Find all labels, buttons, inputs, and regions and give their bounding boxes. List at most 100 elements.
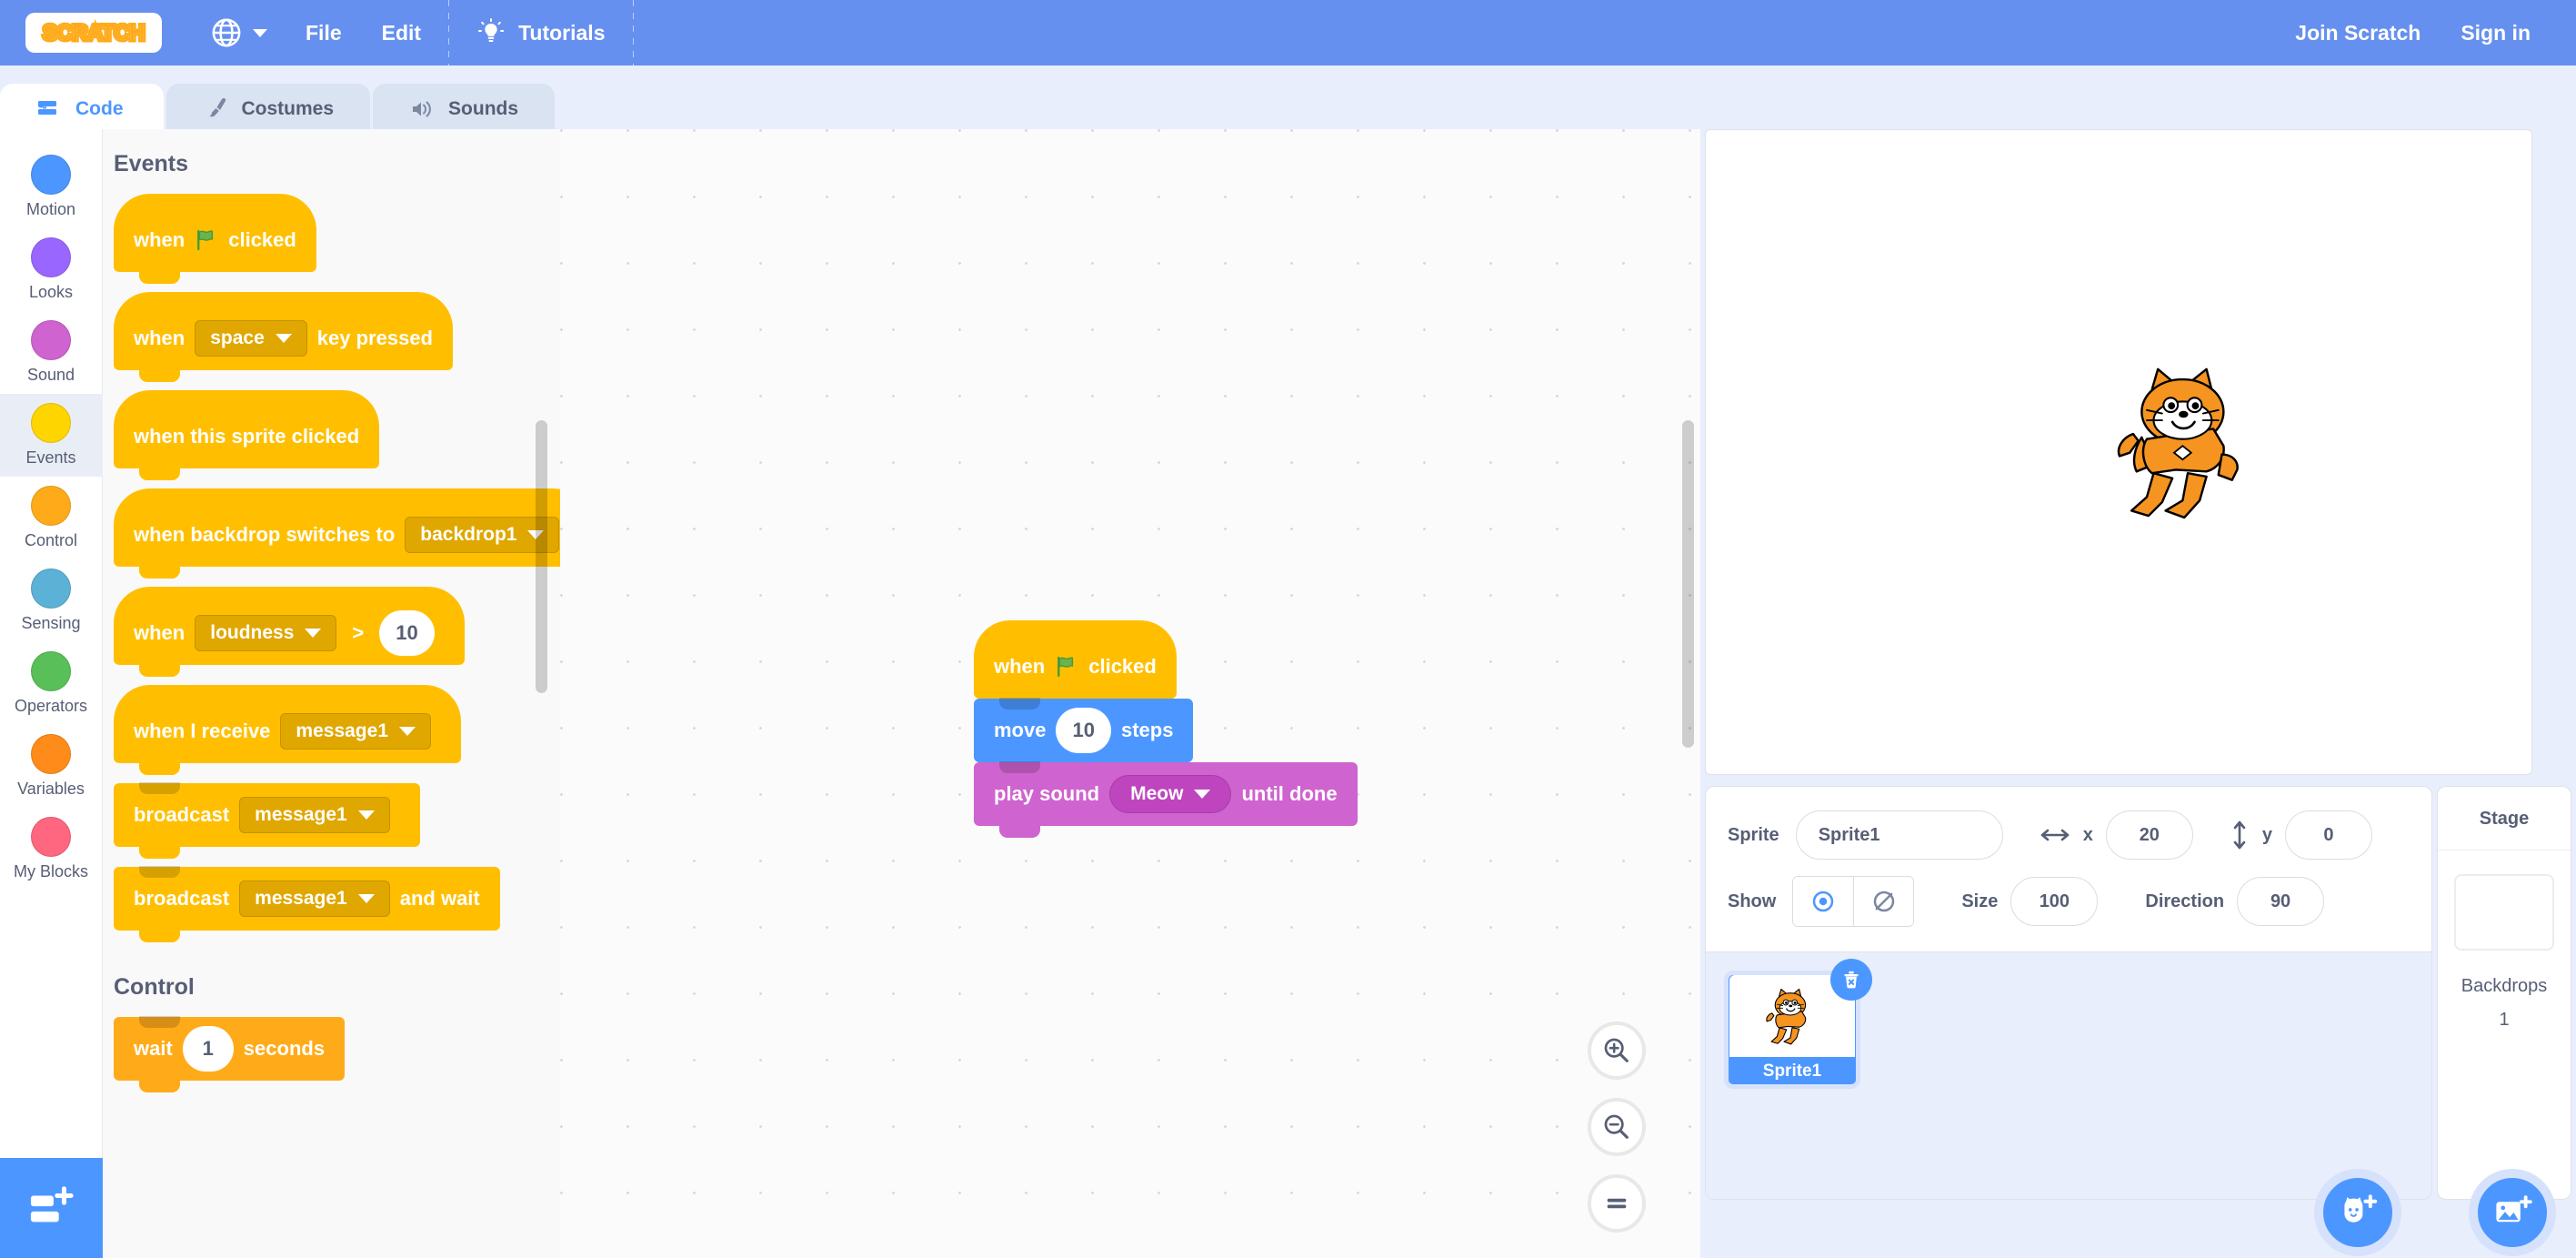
category-events[interactable]: Events (0, 394, 103, 477)
tab-code[interactable]: Code (0, 84, 164, 135)
stage-selector[interactable]: Stage Backdrops 1 (2437, 786, 2571, 1200)
block-text: and wait (399, 887, 480, 910)
editor-body: Motion Looks Sound Events Control Sensin… (0, 129, 2576, 1258)
menu-edit[interactable]: Edit (362, 0, 441, 65)
message-dropdown[interactable]: message1 (239, 797, 390, 833)
category-label: Control (24, 531, 78, 549)
block-text: clicked (228, 228, 296, 251)
speaker-icon (409, 97, 436, 121)
key-dropdown[interactable]: space (195, 320, 307, 357)
category-sound[interactable]: Sound (0, 311, 103, 394)
block-text: broadcast (134, 803, 230, 826)
chevron-down-icon (253, 29, 267, 37)
palette-block-list: when clicked when space key pressed when… (103, 177, 560, 951)
stage-backdrop-thumbnail[interactable] (2454, 874, 2554, 951)
category-label: Sound (26, 366, 75, 384)
palette-block-when-this-sprite-clicked[interactable]: when this sprite clicked (114, 390, 380, 480)
category-my-blocks[interactable]: My Blocks (0, 808, 103, 891)
svg-text:SCRATCH: SCRATCH (43, 21, 145, 45)
wait-seconds-input[interactable]: 1 (182, 1026, 234, 1072)
palette-block-broadcast-and-wait[interactable]: broadcast message1 and wait (114, 866, 500, 942)
stage-display[interactable] (1705, 129, 2532, 775)
category-motion[interactable]: Motion (0, 146, 103, 228)
delete-sprite-button[interactable] (1830, 959, 1872, 1001)
menu-file[interactable]: File (286, 0, 362, 65)
green-flag-icon (1054, 654, 1079, 679)
sprite-y-input[interactable]: 0 (2284, 810, 2372, 860)
y-axis-icon (2230, 820, 2250, 850)
tab-sounds[interactable]: Sounds (373, 84, 556, 135)
sprite-direction-input[interactable]: 90 (2237, 877, 2325, 926)
category-operators[interactable]: Operators (0, 642, 103, 725)
palette-block-wait-seconds[interactable]: wait 1 seconds (114, 1016, 346, 1092)
sign-in-button[interactable]: Sign in (2441, 0, 2551, 65)
palette-block-broadcast[interactable]: broadcast message1 (114, 782, 420, 859)
script-block-move-steps[interactable]: move 10 steps (974, 698, 1194, 774)
message-dropdown[interactable]: message1 (280, 713, 431, 750)
direction-label: Direction (2145, 891, 2225, 911)
chevron-down-icon (399, 727, 416, 736)
category-color-dot (31, 403, 71, 443)
block-palette[interactable]: Events when clicked when space key press… (103, 129, 560, 1258)
block-text: when (134, 327, 185, 349)
zoom-reset-button[interactable] (1588, 1174, 1646, 1233)
palette-section-control: Control (114, 974, 195, 1000)
script-block-when-flag-clicked[interactable]: when clicked (974, 620, 1177, 710)
zoom-out-button[interactable] (1588, 1098, 1646, 1156)
script-stack[interactable]: when clicked move 10 steps play sound Me… (974, 620, 1358, 838)
add-sprite-button[interactable] (2314, 1169, 2401, 1256)
message-dropdown[interactable]: message1 (239, 881, 390, 917)
sprite-name-input[interactable]: Sprite1 (1795, 810, 2003, 860)
category-color-dot (31, 486, 71, 526)
sound-dropdown[interactable]: Meow (1109, 775, 1232, 813)
category-sensing[interactable]: Sensing (0, 559, 103, 642)
language-menu[interactable] (195, 17, 286, 48)
show-label: Show (1728, 891, 1777, 911)
tab-bar: Code Costumes Sounds (0, 65, 2576, 204)
category-control[interactable]: Control (0, 477, 103, 559)
tab-costumes[interactable]: Costumes (165, 84, 371, 135)
dropdown-value: message1 (296, 720, 388, 741)
category-color-dot (31, 237, 71, 277)
lightbulb-icon (478, 18, 505, 42)
category-color-dot (31, 320, 71, 360)
block-text: steps (1120, 719, 1174, 741)
palette-block-when-backdrop-switches-to[interactable]: when backdrop switches to backdrop1 (114, 488, 560, 579)
palette-block-when-key-pressed[interactable]: when space key pressed (114, 292, 453, 382)
stage-sprite-cat[interactable] (2106, 357, 2270, 530)
palette-block-when-i-receive[interactable]: when I receive message1 (114, 685, 461, 775)
block-text: > (352, 621, 365, 644)
category-label: My Blocks (13, 862, 88, 881)
dropdown-value: message1 (255, 888, 347, 909)
tutorials-label: Tutorials (518, 20, 606, 45)
palette-scrollbar[interactable] (536, 420, 547, 693)
join-scratch-button[interactable]: Join Scratch (2275, 0, 2441, 65)
loudness-threshold-input[interactable]: 10 (379, 610, 435, 656)
scratch-logo[interactable]: SCRATCH SCRATCH (25, 13, 162, 53)
y-label: y (2261, 824, 2272, 845)
add-backdrop-button[interactable] (2469, 1169, 2556, 1256)
menu-tutorials[interactable]: Tutorials (456, 0, 625, 65)
category-looks[interactable]: Looks (0, 228, 103, 311)
sprite-x-input[interactable]: 20 (2105, 810, 2193, 860)
code-workspace[interactable]: when clicked move 10 steps play sound Me… (560, 129, 1700, 1258)
sprite-tile-sprite1[interactable]: Sprite1 (1724, 959, 1872, 1089)
workspace-scrollbar-vertical[interactable] (1682, 420, 1694, 748)
loudness-dropdown[interactable]: loudness (195, 615, 337, 651)
palette-block-when-flag-clicked[interactable]: when clicked (114, 194, 316, 284)
show-hidden-button[interactable] (1853, 877, 1914, 926)
block-text: key pressed (316, 327, 433, 349)
show-visible-button[interactable] (1793, 877, 1854, 926)
palette-block-when-loudness-greater[interactable]: when loudness > 10 (114, 587, 465, 677)
script-block-play-sound-until-done[interactable]: play sound Meow until done (974, 761, 1358, 838)
sprite-size-input[interactable]: 100 (2010, 877, 2099, 926)
category-color-dot (31, 155, 71, 195)
add-extension-button[interactable] (0, 1158, 103, 1258)
show-toggle-group (1792, 876, 1915, 927)
block-text: broadcast (134, 887, 230, 910)
zoom-in-button[interactable] (1588, 1021, 1646, 1080)
dropdown-value: loudness (210, 622, 295, 643)
move-steps-input[interactable]: 10 (1056, 708, 1111, 753)
eye-visible-icon (1813, 891, 1834, 912)
category-variables[interactable]: Variables (0, 725, 103, 808)
